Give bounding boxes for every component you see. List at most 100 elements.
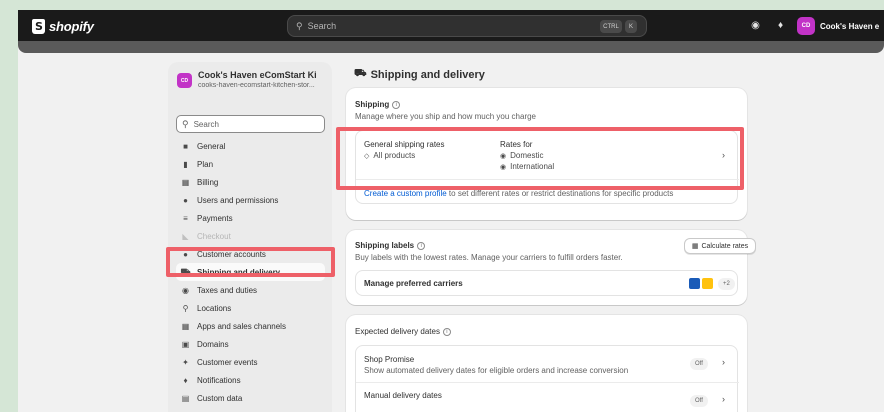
sidebar-item-label: Checkout [197, 231, 231, 241]
delivery-dates-title-text: Expected delivery dates [355, 327, 440, 336]
domains-icon: ▣ [181, 339, 190, 349]
chevron-right-icon[interactable]: › [722, 394, 725, 404]
browser-viewport: shopify ⚲ Search CTRL K ◉ ♦ CD Cook's Ha… [18, 10, 884, 412]
all-products-text: All products [373, 151, 416, 160]
divider [356, 179, 739, 180]
apps-icon: ▦ [181, 321, 190, 331]
store-avatar: CD [177, 73, 192, 88]
shopify-bag-icon [32, 18, 45, 34]
shipping-card-title: Shipping i [355, 100, 401, 109]
sidebar-item-label: Custom data [197, 393, 243, 403]
page-title-text: Shipping and delivery [370, 68, 485, 81]
settings-search-placeholder: Search [193, 119, 219, 129]
truck-icon: ⛟ [354, 68, 367, 79]
store-menu-button[interactable]: CD Cook's Haven e [797, 16, 879, 36]
manage-carriers-row[interactable]: Manage preferred carriers +2 [355, 270, 738, 296]
shipping-card-subtitle: Manage where you ship and how much you c… [355, 112, 536, 121]
usps-carrier-icon [689, 278, 700, 289]
sidebar-item-plan[interactable]: ▮ Plan [176, 155, 325, 173]
sidebar-item-customer-events[interactable]: ✦ Customer events [176, 353, 325, 371]
sidebar-item-label: Plan [197, 159, 214, 169]
international-row: ◉ International [500, 162, 554, 171]
sidebar-item-customer-accounts[interactable]: ● Customer accounts [176, 245, 325, 263]
sidebar-item-label: Locations [197, 303, 232, 313]
billing-icon: ▦ [181, 177, 190, 187]
globe-icon: ◉ [500, 163, 507, 171]
sidebar-item-label: Notifications [197, 375, 241, 385]
sidebar-item-label: Customer accounts [197, 249, 266, 259]
calculator-icon: ▦ [691, 243, 699, 250]
rates-for-text: Rates for [500, 140, 533, 149]
delivery-dates-title: Expected delivery dates i [355, 327, 451, 336]
search-placeholder: Search [307, 21, 337, 31]
sidebar-item-label: Customer events [197, 357, 258, 367]
store-menu-label: Cook's Haven e [820, 21, 880, 31]
data-icon: ▤ [181, 393, 190, 403]
shipping-labels-title-text: Shipping labels [355, 241, 415, 250]
sidebar-item-custom-data[interactable]: ▤ Custom data [176, 389, 325, 407]
sidebar-item-users[interactable]: ● Users and permissions [176, 191, 325, 209]
store-header[interactable]: CD Cook's Haven eComStart Kitch... cooks… [177, 70, 327, 102]
page-title: ⛟ Shipping and delivery [354, 68, 485, 81]
shipping-card: Shipping i Manage where you ship and how… [346, 88, 747, 220]
international-text: International [510, 162, 555, 171]
general-rates-text: General shipping rates [364, 140, 445, 149]
calculate-rates-label: Calculate rates [701, 242, 749, 250]
settings-content: CD Cook's Haven eComStart Kitch... cooks… [18, 53, 884, 412]
custom-profile-row: Create a custom profile to set different… [364, 189, 673, 198]
rates-for-label: Rates for [500, 140, 532, 149]
store-url: cooks-haven-ecomstart-kitchen-stor... [198, 82, 315, 89]
all-products-row: ◇ All products [364, 151, 415, 160]
sidebar-item-label: Shipping and delivery [197, 267, 281, 277]
dhl-carrier-icon [702, 278, 713, 289]
shop-promise-title: Shop Promise [364, 355, 415, 364]
sidebar-item-locations[interactable]: ⚲ Locations [176, 299, 325, 317]
general-shipping-rates-box[interactable]: General shipping rates ◇ All products Ra… [355, 130, 739, 204]
bell-icon[interactable]: ♦ [774, 19, 787, 32]
sidebar-item-label: Taxes and duties [197, 285, 258, 295]
globe-icon: ◉ [500, 152, 507, 160]
events-icon: ✦ [182, 357, 189, 367]
tax-icon: ◉ [182, 285, 189, 295]
sidebar-item-apps[interactable]: ▦ Apps and sales channels [176, 317, 325, 335]
delivery-dates-card: Expected delivery dates i Shop Promise S… [346, 315, 747, 412]
sidebar-item-label: General [197, 141, 226, 151]
search-icon: ⚲ [296, 20, 303, 31]
shopify-logo[interactable]: shopify [32, 18, 94, 34]
global-search-input[interactable]: ⚲ Search CTRL K [287, 15, 647, 37]
create-custom-profile-link[interactable]: Create a custom profile [364, 189, 447, 198]
manual-delivery-title: Manual delivery dates [364, 391, 442, 400]
person-icon: ● [183, 249, 188, 259]
sidebar-item-general[interactable]: ■ General [176, 137, 325, 155]
calculate-rates-button[interactable]: ▦ Calculate rates [684, 238, 756, 254]
shipping-labels-subtitle: Buy labels with the lowest rates. Manage… [355, 253, 623, 262]
shop-promise-status-badge: Off [690, 358, 708, 370]
domestic-text: Domestic [510, 151, 544, 160]
sidebar-item-label: Domains [197, 339, 229, 349]
custom-profile-text: to set different rates or restrict desti… [446, 189, 674, 198]
shipping-title-text: Shipping [355, 100, 390, 109]
sidebar-item-checkout[interactable]: ◣ Checkout [176, 227, 325, 245]
shortcut-ctrl-key: CTRL [600, 20, 622, 33]
sidebar-item-payments[interactable]: ≡ Payments [176, 209, 325, 227]
delivery-options-box: Shop Promise Show automated delivery dat… [355, 345, 739, 412]
shortcut-k-key: K [625, 20, 637, 33]
info-icon[interactable]: i [442, 327, 451, 336]
sidebar-item-notifications[interactable]: ♦ Notifications [176, 371, 325, 389]
top-bar-shadow [18, 41, 884, 53]
info-icon[interactable]: i [417, 241, 426, 250]
sidebar-item-taxes[interactable]: ◉ Taxes and duties [176, 281, 325, 299]
sidekick-icon[interactable]: ◉ [749, 19, 762, 32]
sidebar-item-billing[interactable]: ▦ Billing [176, 173, 325, 191]
sidebar-item-shipping[interactable]: ⛟ Shipping and delivery [176, 263, 325, 281]
sidebar-item-label: Users and permissions [197, 195, 279, 205]
sidebar-item-domains[interactable]: ▣ Domains [176, 335, 325, 353]
payments-icon: ≡ [183, 213, 188, 223]
shop-promise-desc: Show automated delivery dates for eligib… [364, 366, 629, 375]
settings-search-input[interactable]: ⚲ Search [176, 115, 325, 133]
sidebar-item-label: Billing [197, 177, 219, 187]
chevron-right-icon[interactable]: › [722, 357, 725, 367]
search-icon: ⚲ [182, 118, 189, 129]
info-icon[interactable]: i [392, 100, 401, 109]
chevron-right-icon: › [722, 150, 725, 160]
